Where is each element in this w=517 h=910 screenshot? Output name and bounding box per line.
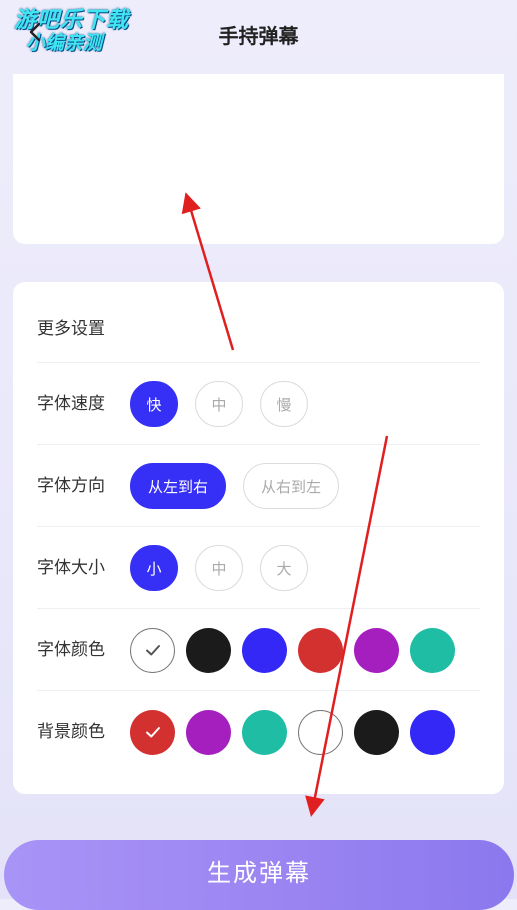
bg-color-label: 背景颜色 [37, 722, 105, 742]
size-option-large[interactable]: 大 [260, 545, 308, 591]
check-icon [145, 645, 160, 656]
speed-options: 快 中 慢 [130, 381, 325, 427]
header-bar: 游吧乐下载 小编亲测 手持弹幕 [0, 0, 517, 70]
speed-option-medium[interactable]: 中 [195, 381, 243, 427]
font-color-label: 字体颜色 [37, 640, 105, 660]
font-color-swatch-4[interactable] [354, 627, 399, 673]
font-color-swatch-0[interactable] [130, 627, 175, 673]
page-title: 手持弹幕 [218, 24, 299, 48]
speed-option-slow[interactable]: 慢 [260, 381, 308, 427]
bg-color-swatch-2[interactable] [242, 709, 287, 755]
size-option-small[interactable]: 小 [130, 545, 178, 591]
bg-color-swatches [130, 709, 466, 755]
direction-label: 字体方向 [37, 476, 105, 496]
font-color-row: 字体颜色 [37, 608, 480, 691]
generate-danmaku-button[interactable]: 生成弹幕 [4, 840, 514, 910]
direction-option-left-to-right[interactable]: 从左到右 [130, 463, 226, 509]
size-label: 字体大小 [37, 558, 105, 578]
bg-color-swatch-4[interactable] [354, 709, 399, 755]
direction-row: 字体方向 从左到右 从右到左 [37, 444, 480, 527]
check-icon [145, 727, 160, 738]
bg-color-swatch-5[interactable] [410, 709, 455, 755]
size-options: 小 中 大 [130, 545, 325, 591]
font-color-swatch-2[interactable] [242, 627, 287, 673]
bg-color-row: 背景颜色 [37, 690, 480, 773]
direction-options: 从左到右 从右到左 [130, 463, 356, 509]
settings-card: 更多设置 字体速度 快 中 慢 字体方向 从左到右 从右到左 字体大小 小 中 … [13, 282, 504, 794]
size-option-medium[interactable]: 中 [195, 545, 243, 591]
direction-option-right-to-left[interactable]: 从右到左 [243, 463, 339, 509]
size-row: 字体大小 小 中 大 [37, 526, 480, 609]
speed-label: 字体速度 [37, 394, 105, 414]
font-color-swatch-1[interactable] [186, 627, 231, 673]
bg-color-swatch-1[interactable] [186, 709, 231, 755]
speed-option-fast[interactable]: 快 [130, 381, 178, 427]
bg-color-swatch-3[interactable] [298, 709, 343, 755]
font-color-swatches [130, 627, 466, 673]
bg-color-swatch-0[interactable] [130, 709, 175, 755]
settings-title: 更多设置 [37, 319, 105, 339]
danmaku-text-input-area[interactable] [13, 74, 504, 244]
font-color-swatch-3[interactable] [298, 627, 343, 673]
speed-row: 字体速度 快 中 慢 [37, 362, 480, 445]
font-color-swatch-5[interactable] [410, 627, 455, 673]
